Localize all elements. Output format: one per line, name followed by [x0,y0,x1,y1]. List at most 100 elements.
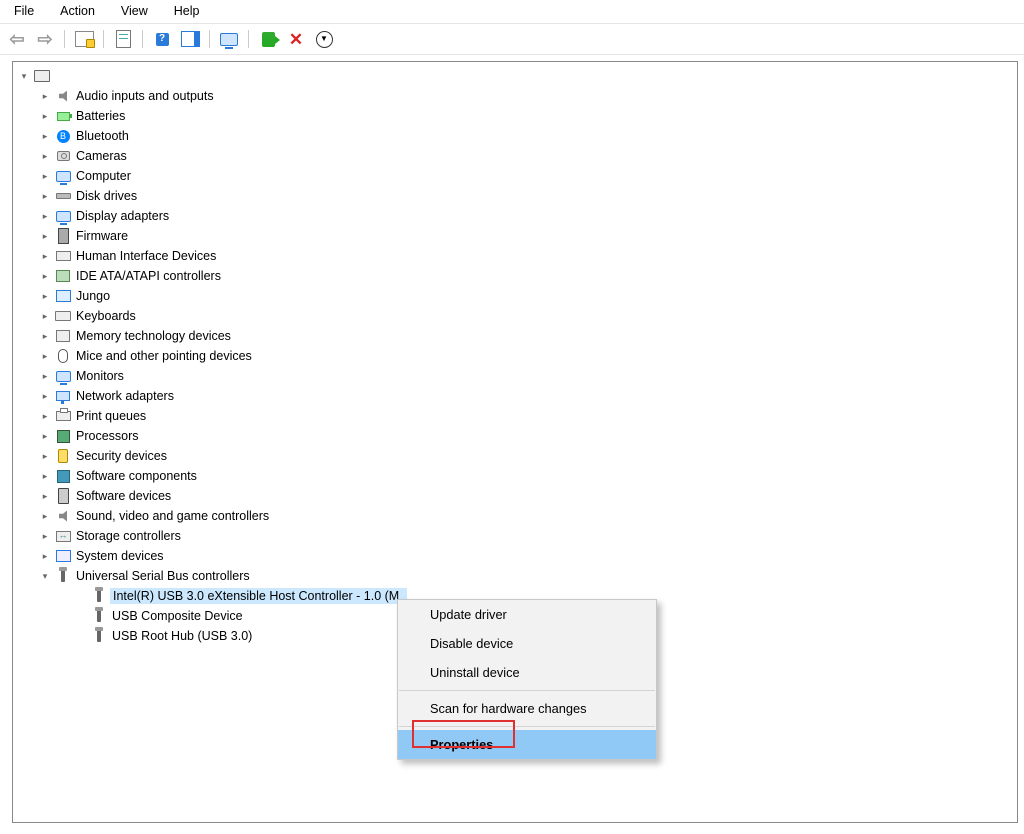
tree-category-row[interactable]: ▸ Mice and other pointing devices [17,346,1017,366]
tree-category-label: Human Interface Devices [74,248,218,264]
expander-icon[interactable]: ▸ [38,349,52,363]
tree-category-row[interactable]: ▸ Software devices [17,486,1017,506]
disk-icon [55,188,71,204]
expander-icon[interactable]: ▸ [38,289,52,303]
expander-icon[interactable]: ▸ [38,329,52,343]
tree-category-row[interactable]: ▸Keyboards [17,306,1017,326]
tree-category-label: Security devices [74,448,169,464]
tree-root-row[interactable]: ▾ [17,66,1017,86]
expander-icon[interactable]: ▸ [38,429,52,443]
menu-action[interactable]: Action [54,2,101,20]
tree-category-row[interactable]: ▸Memory technology devices [17,326,1017,346]
uninstall-device-button[interactable]: ✕ [283,27,309,51]
expander-icon[interactable]: ▸ [38,509,52,523]
expander-icon[interactable]: ▸ [38,529,52,543]
fw-icon [55,228,71,244]
tree-category-label: Computer [74,168,133,184]
expander-icon[interactable]: ▸ [38,269,52,283]
sys-icon [55,548,71,564]
expander-icon[interactable]: ▾ [38,569,52,583]
tree-category-row[interactable]: ▸Audio inputs and outputs [17,86,1017,106]
tree-category-label: Processors [74,428,141,444]
expander-icon[interactable]: ▸ [38,389,52,403]
tree-category-row[interactable]: ▸ Sound, video and game controllers [17,506,1017,526]
expander-icon[interactable]: ▸ [38,189,52,203]
expander-icon[interactable]: ▸ [38,489,52,503]
expander-icon[interactable]: ▸ [38,449,52,463]
expander-icon[interactable]: ▸ [38,549,52,563]
tree-category-row[interactable]: ▸Batteries [17,106,1017,126]
tree-device-label: Intel(R) USB 3.0 eXtensible Host Control… [110,588,407,604]
menu-file[interactable]: File [8,2,40,20]
expander-icon[interactable]: ▸ [38,109,52,123]
forward-button[interactable]: ⇨ [32,27,58,51]
expander-icon[interactable]: ▸ [38,209,52,223]
expander-icon[interactable]: ▸ [38,409,52,423]
tree-category-row[interactable]: ▸Network adapters [17,386,1017,406]
tree-root-label [53,75,57,77]
context-menu-disable-device[interactable]: Disable device [398,629,656,658]
speaker-icon [55,88,71,104]
tree-category-row[interactable]: ▸Jungo [17,286,1017,306]
tree-category-row[interactable]: ▸ Security devices [17,446,1017,466]
tree-category-label: IDE ATA/ATAPI controllers [74,268,223,284]
back-button[interactable]: ⇦ [4,27,30,51]
view-devices-by-connection-button[interactable] [216,27,242,51]
context-menu-update-driver[interactable]: Update driver [398,600,656,629]
tree-category-label: Print queues [74,408,148,424]
expander-icon[interactable]: ▾ [17,69,31,83]
expander-icon[interactable]: ▸ [38,309,52,323]
context-menu-properties[interactable]: Properties [398,730,656,759]
tree-category-row[interactable]: ▸ Computer [17,166,1017,186]
expander-icon[interactable]: ▸ [38,369,52,383]
mouse-icon [55,348,71,364]
context-menu-scan-hardware[interactable]: Scan for hardware changes [398,694,656,723]
properties-sheet-button[interactable] [110,27,136,51]
toggle-panel-button[interactable] [177,27,203,51]
sec-icon [55,448,71,464]
expander-icon[interactable]: ▸ [38,469,52,483]
expander-icon[interactable]: ▸ [38,249,52,263]
mon-icon [55,208,71,224]
scan-for-hardware-changes-button[interactable] [255,27,281,51]
store-icon [55,528,71,544]
tree-category-row[interactable]: ▸Disk drives [17,186,1017,206]
soft-icon [55,468,71,484]
device-tree-frame: ▾ ▸Audio inputs and outputs▸Batteries▸Bl… [12,61,1018,823]
tree-category-row[interactable]: ▸ IDE ATA/ATAPI controllers [17,266,1017,286]
tree-category-label: System devices [74,548,166,564]
mem-icon [55,328,71,344]
tree-category-row[interactable]: ▸Cameras [17,146,1017,166]
expander-icon[interactable]: ▸ [38,169,52,183]
device-tree[interactable]: ▾ ▸Audio inputs and outputs▸Batteries▸Bl… [13,62,1017,650]
expander-icon[interactable]: ▸ [38,229,52,243]
tree-category-row[interactable]: ▸Firmware [17,226,1017,246]
help-button[interactable]: ? [149,27,175,51]
expander-icon[interactable]: ▸ [38,129,52,143]
tree-category-row[interactable]: ▸ Print queues [17,406,1017,426]
tree-category-label: Sound, video and game controllers [74,508,271,524]
tree-category-row[interactable]: ▸ Processors [17,426,1017,446]
tree-category-label: Mice and other pointing devices [74,348,254,364]
tree-category-row[interactable]: ▸Display adapters [17,206,1017,226]
usb-device-icon [91,628,107,644]
menu-view[interactable]: View [115,2,154,20]
context-menu-separator [399,690,655,691]
tree-category-row[interactable]: ▸ Human Interface Devices [17,246,1017,266]
tree-category-row[interactable]: ▾ Universal Serial Bus controllers [17,566,1017,586]
menu-help[interactable]: Help [168,2,206,20]
tree-category-label: Software devices [74,488,173,504]
tree-category-row[interactable]: ▸ System devices [17,546,1017,566]
expander-icon[interactable]: ▸ [38,149,52,163]
update-driver-button[interactable] [311,27,337,51]
expander-icon[interactable]: ▸ [38,89,52,103]
show-hidden-devices-button[interactable] [71,27,97,51]
tree-category-label: Bluetooth [74,128,131,144]
context-menu-uninstall-device[interactable]: Uninstall device [398,658,656,687]
tree-category-row[interactable]: ▸Storage controllers [17,526,1017,546]
tree-category-row[interactable]: ▸Monitors [17,366,1017,386]
jungo-icon [55,288,71,304]
tree-category-row[interactable]: ▸ Bluetooth [17,126,1017,146]
tree-device-label: USB Root Hub (USB 3.0) [110,628,254,644]
tree-category-row[interactable]: ▸Software components [17,466,1017,486]
